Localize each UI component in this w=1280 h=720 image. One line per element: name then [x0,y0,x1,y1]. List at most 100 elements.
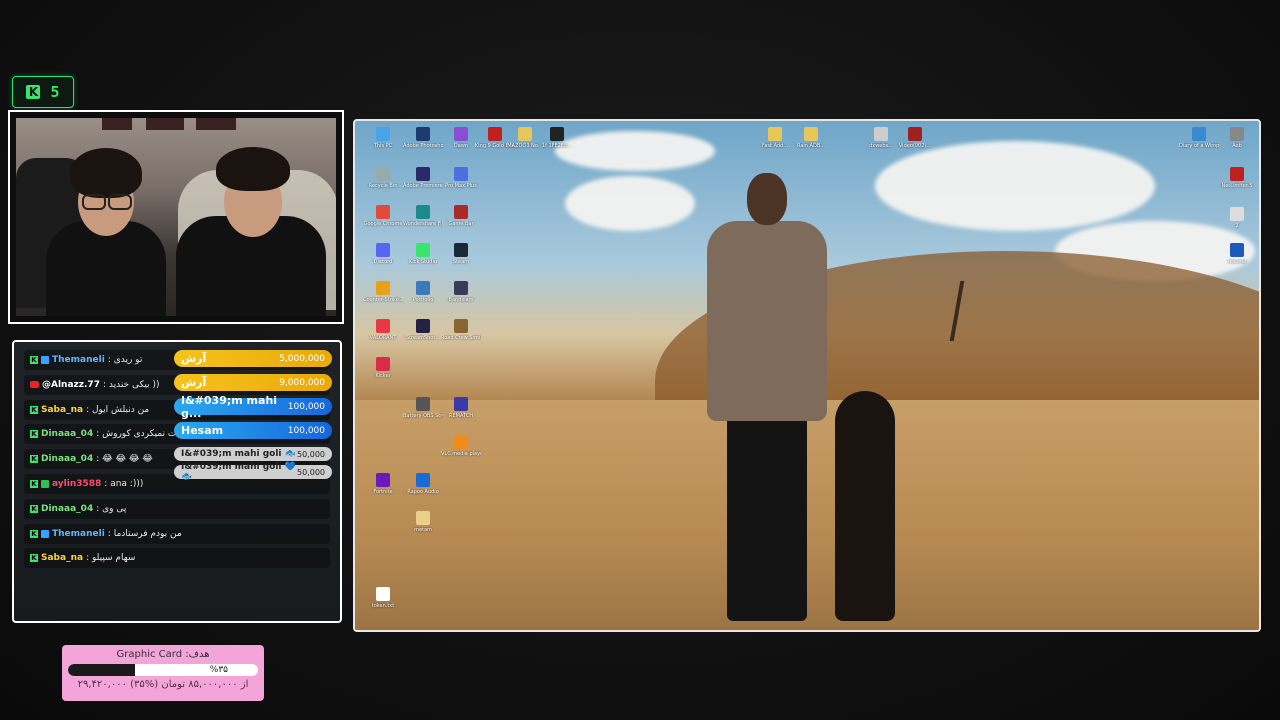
donor-name: I&#039;m mahi g... [181,393,278,420]
app-icon [416,319,430,333]
chat-username[interactable]: Saba_na [41,405,83,415]
desktop-icon[interactable]: Portfolio [403,281,443,319]
chat-username[interactable]: Saba_na [41,553,83,563]
desktop-icon[interactable]: Pro Max Plus [441,167,481,205]
kick-icon: K [30,529,38,538]
app-icon [416,511,430,525]
app-icon [416,397,430,411]
chat-username[interactable]: aylin3588 [52,479,101,489]
wall-poster [196,118,236,130]
chat-text: : من بودم فرستادما [107,528,182,539]
chat-username[interactable]: Dinaaa_04 [41,454,93,464]
desktop-icon-label: Diary of a Wimpy Kid [1179,143,1219,149]
app-icon [376,587,390,601]
wallpaper-person-head [747,173,787,225]
streamer-left [36,146,176,316]
desktop-icon[interactable]: token.txt [363,587,403,625]
desktop-icon-label: resume [1227,259,1247,265]
desktop-icon[interactable]: Kicker [363,357,403,395]
app-icon [376,127,390,141]
app-icon [376,357,390,371]
goal-percent: %۳۵ [209,665,228,675]
desktop-icon[interactable]: 2 [1217,207,1257,245]
desktop-icon-label: Fortnite [373,489,393,495]
app-icon [454,281,468,295]
chat-text: : تو ریدی [107,355,143,365]
desktop-icon[interactable]: 1f 1FE2E8... [537,127,577,165]
app-icon [518,127,532,141]
desktop-icon[interactable]: Recycle Bin [363,167,403,205]
app-icon [376,281,390,295]
app-icon [454,243,468,257]
desktop-icon-label: VALORANT [369,335,397,341]
desktop-icon[interactable]: Adobe Premiere Pro [403,167,443,205]
desktop-icon[interactable]: Kick Studio [403,243,443,281]
chat-username[interactable]: Themaneli [52,529,105,539]
chat-message: K Dinaaa_04: پی وی [24,498,330,519]
desktop-icon-label: REMATCH [449,413,473,419]
app-icon [416,205,430,219]
desktop-icon[interactable]: NetLimiter 5 [1217,167,1257,205]
app-icon [454,397,468,411]
desktop-icon[interactable]: Aeb [1217,127,1257,165]
desktop-icon[interactable]: REMATCH [441,397,481,435]
wallpaper-person-legs [727,411,807,621]
desktop-icon-label: Counter-Strike 2 [363,297,403,303]
desktop-icon[interactable]: Game Bar [441,205,481,243]
desktop-icon-label: Adobe Photosho... [403,143,443,149]
chat-text: : ana :))) [104,478,144,489]
chat-text: : بیکی خندید )) [102,379,160,390]
desktop-icon[interactable]: Rapoo Audio [403,473,443,511]
desktop-icon[interactable]: Diary of a Wimpy Kid [1179,127,1219,165]
desktop-icon[interactable]: Bandicam [441,281,481,319]
desktop-icon[interactable]: Fast Add... [755,127,795,165]
desktop-icon-label: Pro Max Plus [445,183,477,189]
desktop-icon-label: VLC media player [441,451,481,457]
chat-username[interactable]: Dinaaa_04 [41,429,93,439]
app-icon [376,167,390,181]
goal-title: Graphic Card :هدف [116,649,210,660]
app-icon [416,127,430,141]
desktop-icon[interactable]: StreamShot... [403,319,443,357]
chat-username[interactable]: Themaneli [52,355,105,365]
desktop-icon-label: token.txt [371,603,395,609]
desktop-icon[interactable]: Road Crew Simulator [441,319,481,357]
desktop-icon[interactable]: resume [1217,243,1257,281]
kick-icon: K [30,405,38,414]
desktop-icon[interactable]: Rain ADB... [791,127,831,165]
desktop-icon-label: StreamShot... [405,335,441,341]
desktop-icon[interactable]: Discord [363,243,403,281]
desktop-icon[interactable]: Steam [441,243,481,281]
app-icon [454,319,468,333]
desktop-icon[interactable]: Battery OBS Streaming [403,397,443,435]
chat-message: K Themaneli: من بودم فرستادما [24,523,330,544]
app-icon [416,167,430,181]
desktop-icon[interactable]: Video(002)... [895,127,935,165]
desktop-icon[interactable]: Fortnite [363,473,403,511]
app-icon [376,319,390,333]
desktop-icon[interactable]: VLC media player [441,435,481,473]
desktop-icon[interactable]: metam [403,511,443,549]
donation-alert: I&#039;m mahi goli 💙🐟 50,000 [174,462,332,482]
chat-username[interactable]: Dinaaa_04 [41,504,93,514]
kick-icon: K [30,554,38,563]
desktop-icon[interactable]: Counter-Strike 2 [363,281,403,319]
desktop-icon[interactable]: VALORANT [363,319,403,357]
chat-text: : سهام سپیلو [86,553,136,564]
desktop-icon[interactable]: This PC [363,127,403,165]
desktop-icon[interactable]: Adobe Photosho... [403,127,443,165]
chat-username[interactable]: @Alnazz.77 [42,380,100,390]
desktop-icon-label: Adobe Premiere Pro [403,183,443,189]
app-icon [768,127,782,141]
donation-alert: I&#039;m mahi goli 🐟 50,000 [174,447,332,461]
chat-text: : 😂 😂 😂 😂 [96,454,153,465]
desktop-icon[interactable]: Google Chrome [363,205,403,243]
desktop-icon-label: 1f 1FE2E8... [541,143,573,149]
kick-icon: K [30,479,38,488]
desktop-icon[interactable]: Wondershare Filmora 14 [403,205,443,243]
kick-icon: K [30,356,38,364]
desktop-icon-label: Wondershare Filmora 14 [403,221,443,227]
user-badge-icon [41,356,49,364]
desktop-icon-label: This PC [373,143,393,149]
kick-logo-icon: K [26,85,41,99]
